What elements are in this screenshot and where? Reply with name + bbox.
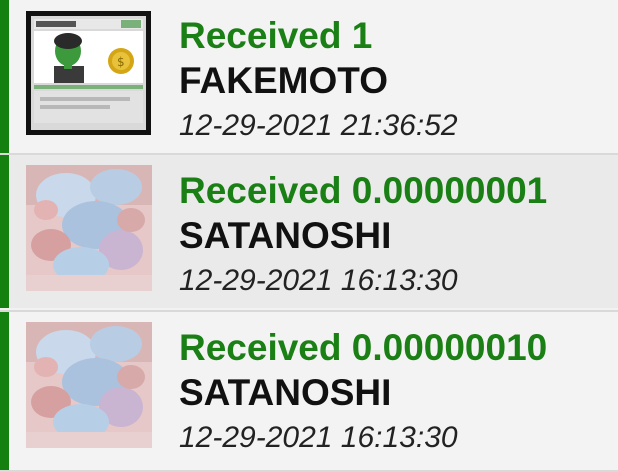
timestamp: 12-29-2021 16:13:30: [179, 264, 458, 297]
asset-name: SATANOSHI: [179, 215, 392, 256]
transaction-details: Received 0.00000001 SATANOSHI 12-29-2021…: [179, 169, 547, 303]
asset-name: FAKEMOTO: [179, 60, 388, 101]
satanoshi-art-icon: [26, 165, 152, 291]
svg-text:$: $: [117, 55, 125, 69]
amount-label: Received 0.00000001: [179, 170, 548, 211]
transaction-row[interactable]: Received 0.00000010 SATANOSHI 12-29-2021…: [0, 312, 618, 472]
amount-label: Received 0.00000010: [179, 327, 548, 368]
timestamp: 12-29-2021 21:36:52: [179, 109, 458, 142]
satanoshi-art-icon: [26, 322, 152, 448]
transaction-details: Received 1 FAKEMOTO 12-29-2021 21:36:52: [179, 14, 458, 148]
transaction-row[interactable]: $ Received 1 FAKEMOTO 12-29-2021 21:36:5…: [0, 0, 618, 153]
fakemoto-card-icon: $: [26, 11, 151, 135]
asset-name: SATANOSHI: [179, 372, 392, 413]
amount-label: Received 1: [179, 15, 373, 56]
transaction-list: $ Received 1 FAKEMOTO 12-29-2021 21:36:5…: [0, 0, 618, 472]
timestamp: 12-29-2021 16:13:30: [179, 421, 458, 454]
transaction-row[interactable]: Received 0.00000001 SATANOSHI 12-29-2021…: [0, 155, 618, 308]
transaction-details: Received 0.00000010 SATANOSHI 12-29-2021…: [179, 326, 547, 460]
